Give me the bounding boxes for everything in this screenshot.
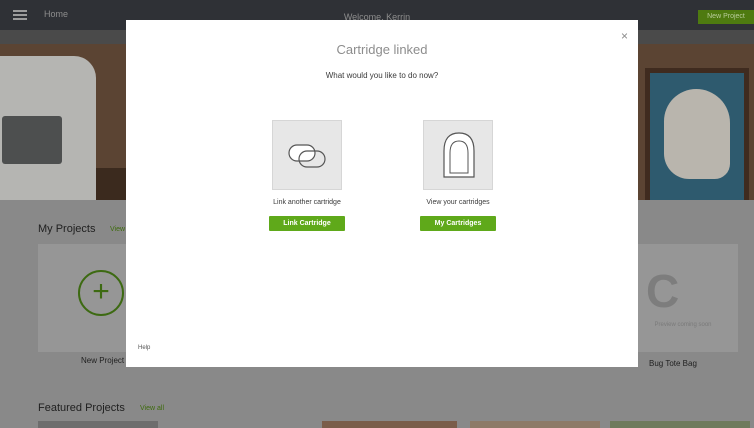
mermaid-art-image (645, 68, 749, 200)
help-link[interactable]: Help (138, 345, 150, 351)
featured-view-all-link[interactable]: View all (140, 405, 164, 412)
featured-projects-title: Featured Projects (38, 402, 125, 414)
view-cartridges-label: View your cartridges (426, 199, 490, 206)
close-icon[interactable]: × (621, 30, 628, 42)
preview-note: Preview coming soon (654, 322, 712, 328)
featured-thumb[interactable] (470, 421, 600, 428)
my-cartridges-button[interactable]: My Cartridges (420, 216, 496, 231)
cricut-logo-icon: C (646, 265, 680, 317)
cartridge-linked-dialog: × Cartridge linked What would you like t… (126, 20, 638, 367)
link-another-option: Link another cartridge Link Cartridge (247, 120, 367, 231)
new-project-caption: New Project (81, 356, 125, 365)
bug-tote-caption: Bug Tote Bag (649, 359, 697, 368)
my-projects-title: My Projects (38, 223, 96, 235)
dialog-subtitle: What would you like to do now? (325, 71, 439, 80)
link-cartridge-icon[interactable] (272, 120, 342, 190)
featured-thumb[interactable] (322, 421, 457, 428)
new-project-card[interactable]: + (38, 244, 134, 352)
new-project-button[interactable]: New Project (698, 10, 754, 24)
featured-thumb[interactable] (38, 421, 158, 428)
bug-tote-card[interactable]: C Preview coming soon (628, 244, 738, 352)
dialog-title: Cartridge linked (336, 42, 428, 57)
link-cartridge-button[interactable]: Link Cartridge (269, 216, 345, 231)
add-project-icon[interactable]: + (78, 270, 124, 316)
featured-thumb[interactable] (610, 421, 750, 428)
my-projects-view-all-link[interactable]: View (110, 226, 125, 233)
view-cartridges-option: View your cartridges My Cartridges (398, 120, 518, 231)
link-another-label: Link another cartridge (273, 199, 341, 206)
cutting-machine-image (0, 56, 96, 200)
cartridge-icon[interactable] (423, 120, 493, 190)
